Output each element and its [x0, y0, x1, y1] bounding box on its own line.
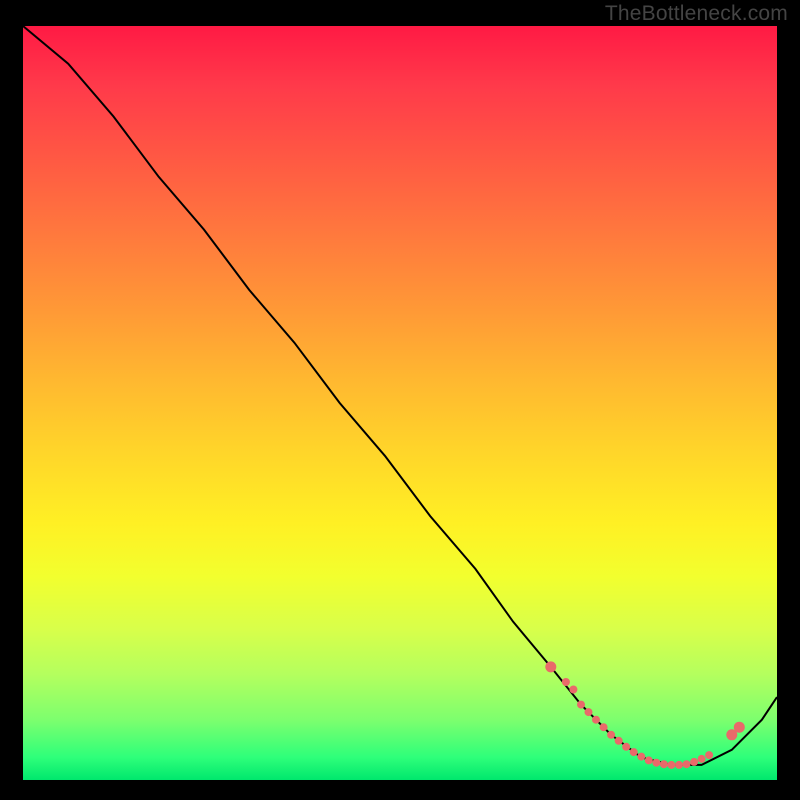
highlight-dot [652, 759, 660, 767]
highlight-dot [698, 755, 706, 763]
highlight-dot [615, 737, 623, 745]
highlight-dot [585, 708, 593, 716]
chart-plot-area [23, 26, 777, 780]
watermark-text: TheBottleneck.com [605, 2, 788, 26]
highlight-dot [675, 761, 683, 769]
highlight-dot [607, 731, 615, 739]
data-curve [23, 26, 777, 765]
highlight-dot [592, 716, 600, 724]
highlight-dot [569, 686, 577, 694]
highlight-dot [683, 760, 691, 768]
highlight-dot [637, 753, 645, 761]
highlight-dot [545, 661, 556, 672]
highlight-dot [734, 722, 745, 733]
highlight-dot [622, 743, 630, 751]
highlight-dot [577, 701, 585, 709]
chart-svg [23, 26, 777, 780]
highlight-dot [667, 761, 675, 769]
highlight-dot [705, 751, 713, 759]
chart-frame: TheBottleneck.com [0, 0, 800, 800]
highlight-dot [660, 760, 668, 768]
highlight-dot [630, 748, 638, 756]
highlight-dot [600, 723, 608, 731]
highlight-dots [545, 661, 745, 769]
highlight-dot [645, 756, 653, 764]
highlight-dot [562, 678, 570, 686]
highlight-dot [690, 758, 698, 766]
